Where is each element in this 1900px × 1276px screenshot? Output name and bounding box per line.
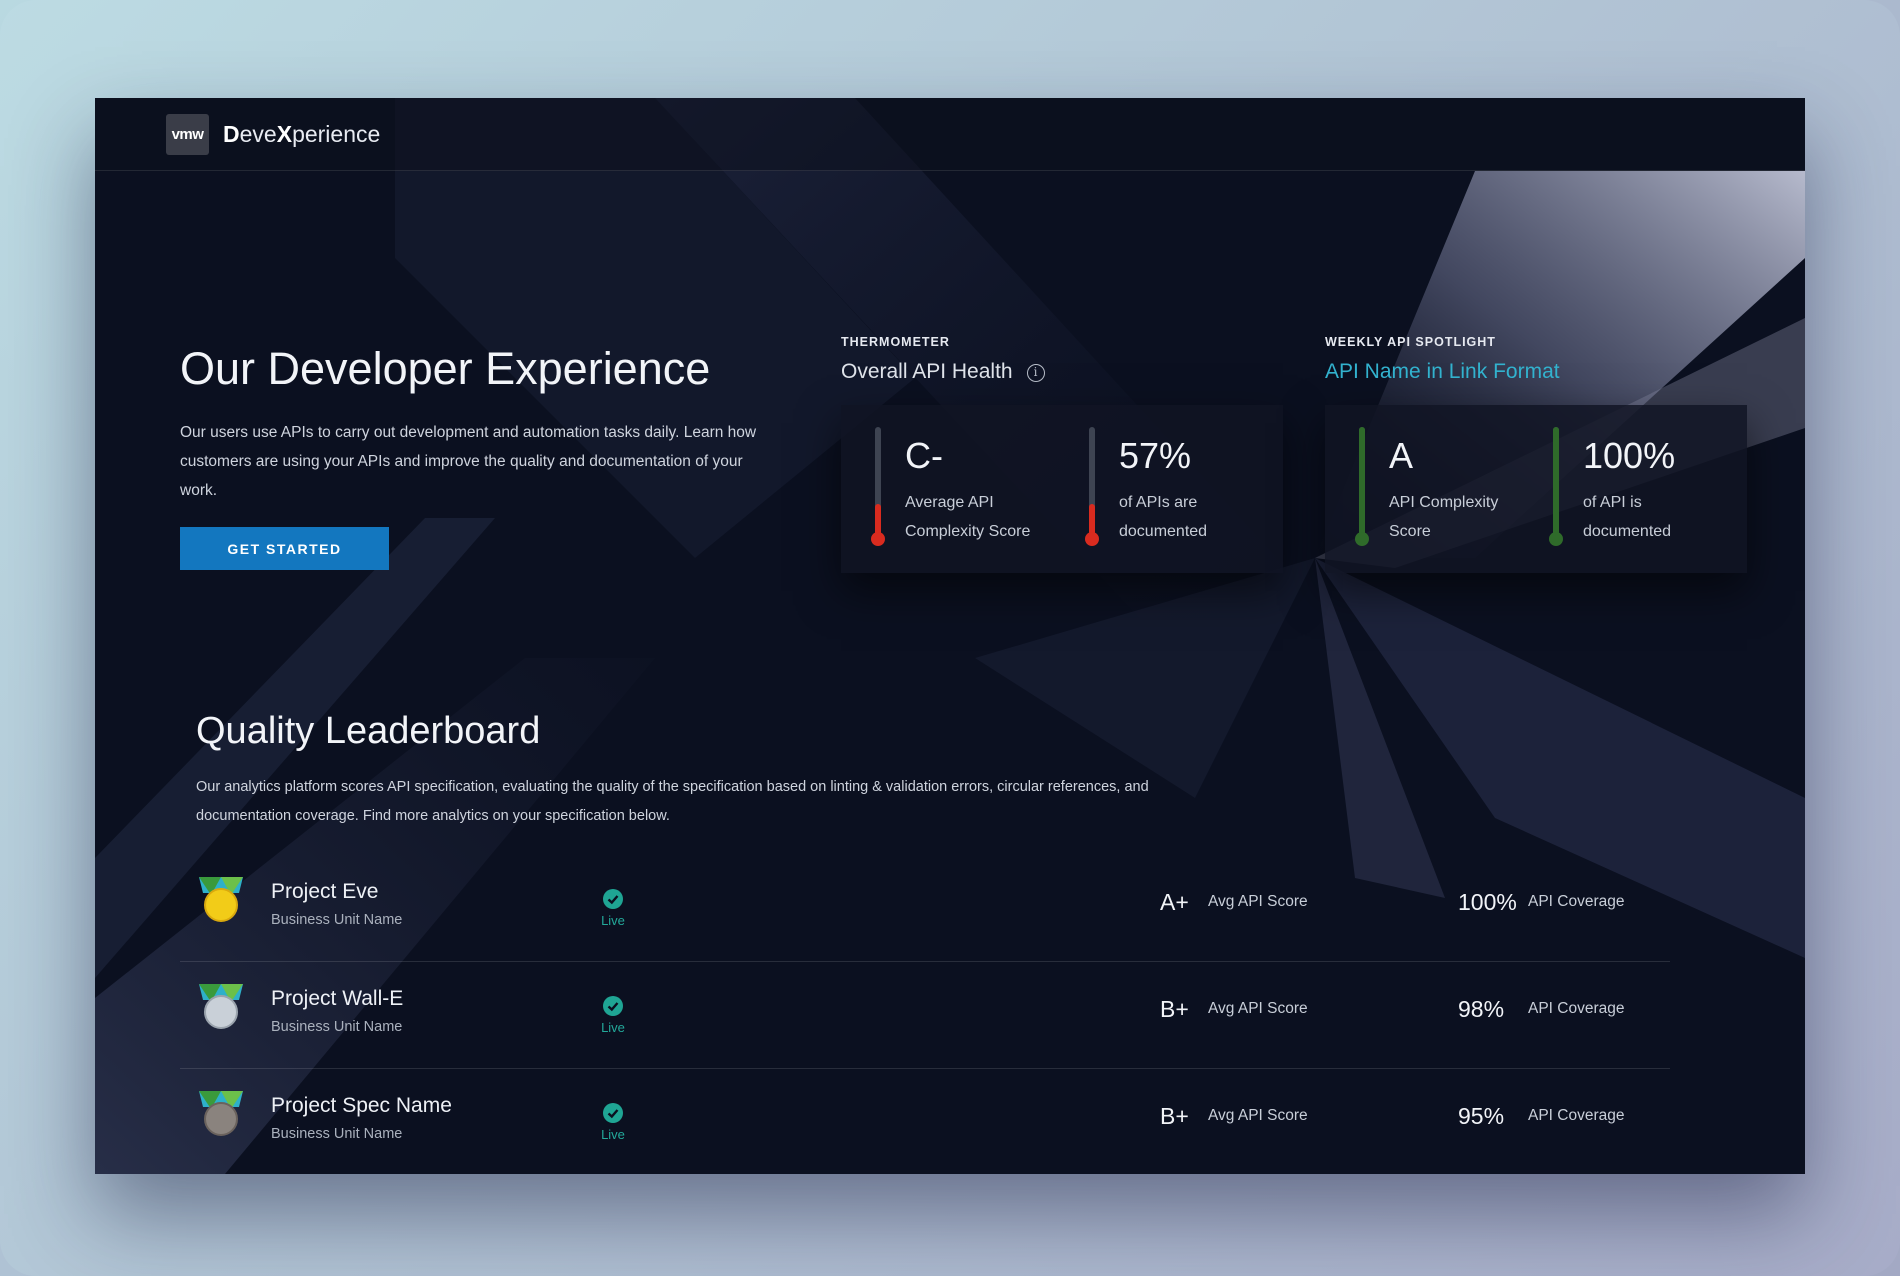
live-status: Live — [593, 1103, 633, 1142]
avg-api-grade: A+ — [1160, 889, 1189, 915]
leaderboard-row[interactable]: Project Spec Name Business Unit Name Liv… — [180, 1069, 1670, 1174]
avg-api-grade: B+ — [1160, 996, 1189, 1022]
gold-medal-icon — [199, 877, 243, 922]
business-unit: Business Unit Name — [271, 1019, 403, 1035]
documented-percent: 57% — [1119, 435, 1192, 476]
app-title-d: D — [223, 121, 240, 147]
spotlight-documented-label: of API is documented — [1583, 494, 1672, 540]
live-status: Live — [593, 889, 633, 928]
spotlight-api-link[interactable]: API Name in Link Format — [1325, 360, 1560, 384]
top-navbar: vmw DeveXperience — [95, 98, 1805, 171]
app-title-mid: eve — [239, 121, 277, 147]
thermometer-track — [1359, 427, 1365, 537]
leaderboard-row[interactable]: Project Wall-E Business Unit Name Live B… — [180, 962, 1670, 1069]
check-circle-icon — [603, 996, 623, 1016]
complexity-metric: C- Average API Complexity Score — [871, 405, 1075, 573]
hero-title: Our Developer Experience — [180, 343, 711, 394]
spotlight-complexity-label: API Complexity Score — [1389, 494, 1499, 540]
thermometer-bulb — [1085, 532, 1099, 546]
app-window: vmw DeveXperience Our Developer Experien… — [95, 98, 1805, 1174]
avg-api-score-label: Avg API Score — [1208, 1107, 1308, 1124]
api-coverage-value: 95% — [1458, 1103, 1505, 1129]
thermometer-fill — [1553, 427, 1559, 537]
complexity-grade: C- — [905, 435, 943, 476]
business-unit: Business Unit Name — [271, 912, 403, 928]
leaderboard-row[interactable]: Project Eve Business Unit Name Live A+ A… — [180, 855, 1670, 962]
leaderboard-title: Quality Leaderboard — [196, 710, 541, 752]
check-circle-icon — [603, 889, 623, 909]
avg-api-score-label: Avg API Score — [1208, 893, 1308, 910]
thermometer-eyebrow: THERMOMETER — [841, 335, 950, 349]
documented-label: of APIs are documented — [1119, 494, 1208, 540]
vmware-logo[interactable]: vmw — [166, 114, 209, 155]
project-name[interactable]: Project Eve — [271, 880, 378, 904]
app-title[interactable]: DeveXperience — [223, 121, 380, 148]
live-label: Live — [601, 1127, 625, 1142]
spotlight-grade: A — [1389, 435, 1414, 476]
overall-api-health-title: Overall API Health i — [841, 360, 1045, 384]
spotlight-card: A API Complexity Score 100% of API is do… — [1325, 405, 1747, 573]
complexity-label: Average API Complexity Score — [905, 494, 1031, 540]
api-coverage-label: API Coverage — [1528, 1107, 1625, 1124]
project-name[interactable]: Project Spec Name — [271, 1094, 452, 1118]
app-title-x: X — [276, 121, 293, 147]
live-status: Live — [593, 996, 633, 1035]
get-started-button[interactable]: GET STARTED — [180, 527, 389, 570]
api-coverage-value: 98% — [1458, 996, 1505, 1022]
live-label: Live — [601, 1020, 625, 1035]
thermometer-bulb — [1549, 532, 1563, 546]
app-title-suffix: perience — [292, 121, 381, 147]
api-coverage-value: 100% — [1458, 889, 1517, 915]
api-coverage-label: API Coverage — [1528, 1000, 1625, 1017]
spotlight-documented-percent: 100% — [1583, 435, 1676, 476]
hero-description: Our users use APIs to carry out developm… — [180, 424, 757, 499]
avg-api-grade: B+ — [1160, 1103, 1189, 1129]
silver-medal-icon — [199, 984, 243, 1029]
api-health-card: C- Average API Complexity Score 57% of A… — [841, 405, 1283, 573]
live-label: Live — [601, 913, 625, 928]
avg-api-score-label: Avg API Score — [1208, 1000, 1308, 1017]
leaderboard-description: Our analytics platform scores API specif… — [196, 779, 1149, 824]
thermometer-bulb — [871, 532, 885, 546]
info-icon[interactable]: i — [1026, 364, 1045, 382]
check-circle-icon — [603, 1103, 623, 1123]
logo-text: vmw — [171, 126, 204, 143]
spotlight-complexity-metric: A API Complexity Score — [1355, 405, 1539, 573]
documented-metric: 57% of APIs are documented — [1085, 405, 1269, 573]
bronze-medal-icon — [199, 1091, 243, 1136]
project-name[interactable]: Project Wall-E — [271, 987, 403, 1011]
overall-api-health-label: Overall API Health — [841, 360, 1013, 383]
spotlight-eyebrow: WEEKLY API SPOTLIGHT — [1325, 335, 1496, 349]
spotlight-documented-metric: 100% of API is documented — [1549, 405, 1733, 573]
api-coverage-label: API Coverage — [1528, 893, 1625, 910]
outer-frame: vmw DeveXperience Our Developer Experien… — [0, 0, 1900, 1276]
thermometer-bulb — [1355, 532, 1369, 546]
thermometer-track — [1089, 427, 1095, 537]
thermometer-fill — [1359, 427, 1365, 537]
thermometer-track — [1553, 427, 1559, 537]
business-unit: Business Unit Name — [271, 1126, 403, 1142]
thermometer-track — [875, 427, 881, 537]
